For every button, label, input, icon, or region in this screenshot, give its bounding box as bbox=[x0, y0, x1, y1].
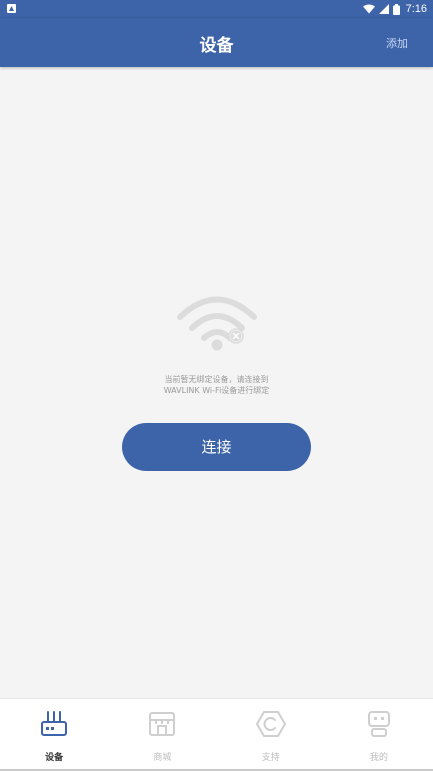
empty-message-line2: WAVLINK Wi-Fi设备进行绑定 bbox=[163, 386, 270, 395]
status-bar: 7:16 bbox=[0, 0, 433, 18]
tab-profile[interactable]: 我的 bbox=[325, 699, 433, 771]
robot-profile-icon bbox=[367, 711, 390, 737]
tab-store-label: 商城 bbox=[153, 753, 172, 763]
empty-message: 当前暂无绑定设备，请连接到 WAVLINK Wi-Fi设备进行绑定 bbox=[0, 374, 433, 396]
empty-message-line1: 当前暂无绑定设备，请连接到 bbox=[164, 375, 269, 384]
tab-profile-label: 我的 bbox=[369, 753, 388, 763]
tab-devices[interactable]: 设备 bbox=[0, 699, 108, 771]
device-screen: 7:16 设备 添加 当前暂无绑定设备，请连接到 WAVLINK Wi-Fi设备… bbox=[0, 0, 433, 771]
page-title: 设备 bbox=[199, 36, 234, 56]
bottom-tab-bar: 设备 商城 支持 我的 bbox=[0, 698, 433, 771]
tab-support[interactable]: 支持 bbox=[217, 699, 325, 771]
app-bar: 设备 添加 bbox=[0, 18, 433, 67]
cell-signal-icon bbox=[378, 4, 389, 14]
tab-devices-label: 设备 bbox=[45, 753, 64, 763]
notification-icon bbox=[7, 4, 16, 13]
wifi-disconnected-icon bbox=[176, 296, 257, 351]
connect-button[interactable]: 连接 bbox=[122, 423, 311, 471]
wifi-signal-icon bbox=[362, 4, 375, 14]
battery-icon bbox=[392, 3, 400, 15]
add-button[interactable]: 添加 bbox=[386, 35, 408, 51]
status-icons: 7:16 bbox=[362, 1, 427, 17]
support-icon bbox=[255, 711, 286, 737]
tab-store[interactable]: 商城 bbox=[108, 699, 216, 771]
tab-support-label: 支持 bbox=[261, 753, 280, 763]
router-icon bbox=[41, 711, 68, 736]
status-time: 7:16 bbox=[405, 3, 427, 15]
empty-state: 当前暂无绑定设备，请连接到 WAVLINK Wi-Fi设备进行绑定 bbox=[0, 290, 433, 396]
store-icon bbox=[149, 712, 176, 736]
